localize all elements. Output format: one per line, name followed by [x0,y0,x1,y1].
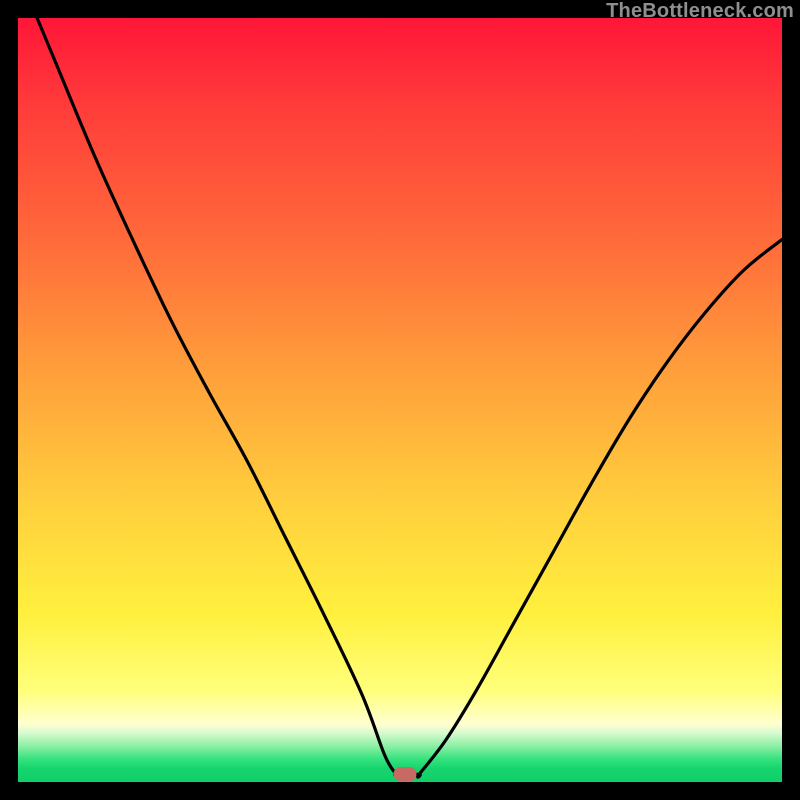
minimum-marker [394,767,417,781]
chart-frame: TheBottleneck.com [0,0,800,800]
watermark-text: TheBottleneck.com [606,0,794,23]
bottleneck-curve [18,18,782,782]
plot-area [18,18,782,782]
